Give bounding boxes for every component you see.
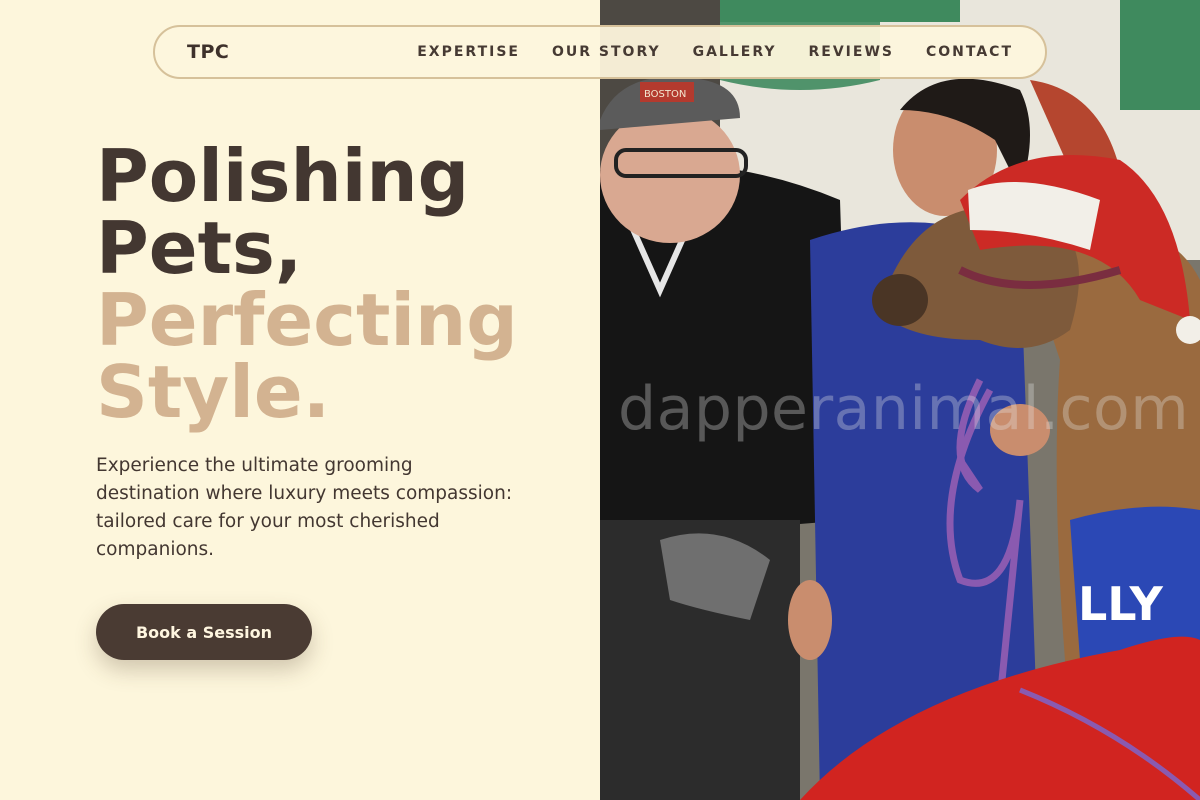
hero-photo: BOSTON LLY dapperanimal.com: [600, 0, 1200, 800]
book-session-button[interactable]: Book a Session: [96, 604, 312, 660]
nav-links: EXPERTISE OUR STORY GALLERY REVIEWS CONT…: [417, 44, 1013, 60]
nav-link-gallery[interactable]: GALLERY: [693, 44, 777, 60]
nav-link-contact[interactable]: CONTACT: [926, 44, 1013, 60]
hero-section: Polishing Pets, Perfecting Style. Experi…: [0, 0, 600, 800]
nav-link-expertise[interactable]: EXPERTISE: [417, 44, 520, 60]
hero-headline: Polishing Pets, Perfecting Style.: [96, 140, 518, 428]
headline-line-3: Perfecting: [96, 278, 518, 362]
hero-description: Experience the ultimate grooming destina…: [96, 455, 513, 560]
watermark: dapperanimal.com: [618, 374, 1190, 444]
headline-line-4: Style.: [96, 350, 331, 434]
cap-text: BOSTON: [644, 89, 686, 100]
headline-line-1: Polishing: [96, 134, 470, 218]
top-navigation: TPC EXPERTISE OUR STORY GALLERY REVIEWS …: [153, 25, 1047, 79]
headline-line-2: Pets,: [96, 206, 303, 290]
blanket-text: LLY: [1078, 577, 1163, 631]
nav-link-our-story[interactable]: OUR STORY: [552, 44, 661, 60]
site-logo[interactable]: TPC: [187, 41, 229, 63]
nav-link-reviews[interactable]: REVIEWS: [809, 44, 894, 60]
